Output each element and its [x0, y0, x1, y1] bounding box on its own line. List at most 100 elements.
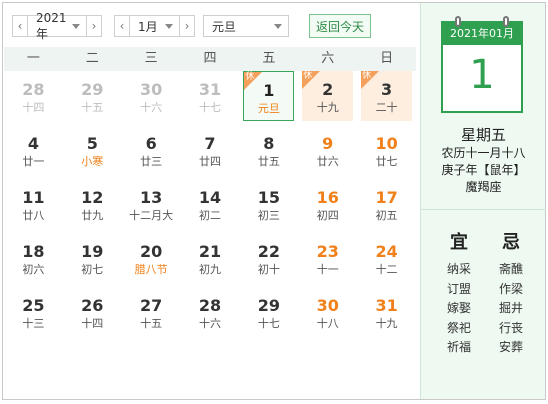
yi-column: 宜 纳采 订盟 嫁娶 祭祀 祈福 — [439, 232, 479, 358]
day-cell[interactable]: 15 初三 — [239, 179, 298, 233]
day-cell[interactable]: 27 十五 — [122, 287, 181, 341]
lunar-day: 廿六 — [316, 155, 339, 168]
day-cell[interactable]: 6 廿三 — [122, 125, 181, 179]
day-cell[interactable]: 休 2 十九 — [302, 71, 354, 121]
prev-month-button[interactable]: ‹ — [114, 15, 130, 37]
lunar-day: 十七 — [257, 317, 280, 330]
day-number: 24 — [375, 242, 398, 261]
day-cell[interactable]: 30 十八 — [298, 287, 357, 341]
day-number: 15 — [257, 188, 280, 207]
day-number: 10 — [375, 134, 398, 153]
rest-day-label: 休 — [245, 72, 255, 82]
lunar-day: 十一 — [316, 263, 339, 276]
day-grid: 28 十四 29 十五 30 十六 31 十七 休 1 元旦休 2 十九休 3 二十 4 廿一 5 小寒 6 廿三 7 廿四… — [4, 71, 416, 395]
day-number: 23 — [316, 242, 339, 261]
lunar-day: 十三 — [22, 317, 45, 330]
day-number: 4 — [27, 134, 39, 153]
day-number: 22 — [257, 242, 280, 261]
lunar-day: 初七 — [81, 263, 104, 276]
day-cell[interactable]: 20 腊八节 — [122, 233, 181, 287]
lunar-day: 十二月大 — [129, 209, 174, 222]
detail-ganzhi-year: 庚子年【鼠年】 — [441, 163, 526, 177]
weekday-label: 五 — [262, 51, 276, 66]
day-cell[interactable]: 11 廿八 — [4, 179, 63, 233]
day-cell[interactable]: 休 1 元旦 — [243, 71, 295, 121]
day-number: 5 — [86, 134, 98, 153]
day-number: 26 — [81, 296, 104, 315]
lunar-day: 廿一 — [22, 155, 45, 168]
month-select[interactable]: 1月 — [130, 15, 179, 37]
lunar-day: 二十 — [375, 101, 398, 114]
ji-item: 斋醮 — [498, 262, 523, 276]
day-cell[interactable]: 19 初七 — [63, 233, 122, 287]
day-number: 31 — [375, 296, 398, 315]
day-number: 28 — [22, 80, 45, 99]
back-to-today-button[interactable]: 返回今天 — [309, 14, 372, 38]
lunar-day: 初三 — [257, 209, 280, 222]
day-cell[interactable]: 16 初四 — [298, 179, 357, 233]
detail-lunar-date: 农历十一月十八 — [441, 146, 526, 160]
lunar-day: 初九 — [198, 263, 221, 276]
day-cell[interactable]: 4 廿一 — [4, 125, 63, 179]
holiday-select-value: 元旦 — [212, 19, 237, 34]
lunar-day: 廿七 — [375, 155, 398, 168]
lunar-day: 十五 — [81, 101, 104, 114]
day-cell[interactable]: 30 十六 — [122, 71, 181, 125]
day-cell[interactable]: 5 小寒 — [63, 125, 122, 179]
day-number: 9 — [322, 134, 334, 153]
day-cell[interactable]: 31 十七 — [181, 71, 240, 125]
day-cell[interactable]: 21 初九 — [181, 233, 240, 287]
day-number: 30 — [140, 80, 163, 99]
weekday-label: 二 — [85, 51, 99, 66]
day-cell[interactable]: 7 廿四 — [181, 125, 240, 179]
divider — [421, 209, 546, 210]
lunar-day: 十九 — [316, 101, 339, 114]
day-cell[interactable]: 12 廿九 — [63, 179, 122, 233]
prev-year-button[interactable]: ‹ — [12, 15, 28, 37]
lunar-day: 初十 — [257, 263, 280, 276]
day-number: 21 — [198, 242, 222, 261]
lunar-day: 十七 — [198, 101, 221, 114]
lunar-day: 十五 — [140, 317, 163, 330]
day-cell[interactable]: 18 初六 — [4, 233, 63, 287]
ji-item: 掘井 — [498, 301, 523, 315]
day-cell[interactable]: 22 初十 — [239, 233, 298, 287]
weekday-label: 四 — [203, 51, 217, 66]
year-select[interactable]: 2021年 — [28, 11, 86, 41]
day-cell[interactable]: 9 廿六 — [298, 125, 357, 179]
day-number: 14 — [198, 188, 222, 207]
day-cell[interactable]: 17 初五 — [357, 179, 416, 233]
day-number: 11 — [22, 188, 45, 207]
chevron-down-icon — [72, 23, 80, 29]
weekday-label: 日 — [380, 51, 394, 66]
lunar-day: 十八 — [316, 317, 339, 330]
lunar-day: 初六 — [22, 263, 45, 276]
day-cell[interactable]: 31 十九 — [357, 287, 416, 341]
day-cell[interactable]: 14 初二 — [181, 179, 240, 233]
next-year-button[interactable]: › — [86, 15, 102, 37]
lunar-day: 十四 — [81, 317, 104, 330]
day-cell[interactable]: 休 3 二十 — [361, 71, 412, 121]
yi-title: 宜 — [450, 232, 468, 253]
day-cell[interactable]: 28 十四 — [4, 71, 63, 125]
lunar-day: 廿八 — [22, 209, 45, 222]
day-cell[interactable]: 10 廿七 — [357, 125, 416, 179]
lunar-day: 十九 — [375, 317, 398, 330]
holiday-select[interactable]: 元旦 — [203, 15, 289, 37]
day-cell[interactable]: 25 十三 — [4, 287, 63, 341]
day-number: 8 — [263, 134, 275, 153]
day-cell[interactable]: 29 十五 — [63, 71, 122, 125]
day-cell[interactable]: 8 廿五 — [239, 125, 298, 179]
day-cell[interactable]: 26 十四 — [63, 287, 122, 341]
ji-item: 行丧 — [498, 320, 523, 335]
chevron-down-icon — [165, 23, 173, 29]
day-cell[interactable]: 28 十六 — [181, 287, 240, 341]
day-cell[interactable]: 13 十二月大 — [122, 179, 181, 233]
lunar-day: 十四 — [22, 101, 45, 114]
calendar-ring-icon — [503, 16, 509, 27]
day-cell[interactable]: 23 十一 — [298, 233, 357, 287]
day-cell[interactable]: 29 十七 — [239, 287, 298, 341]
day-cell[interactable]: 24 十二 — [357, 233, 416, 287]
next-month-button[interactable]: › — [179, 15, 195, 37]
detail-day-number: 1 — [469, 52, 495, 98]
